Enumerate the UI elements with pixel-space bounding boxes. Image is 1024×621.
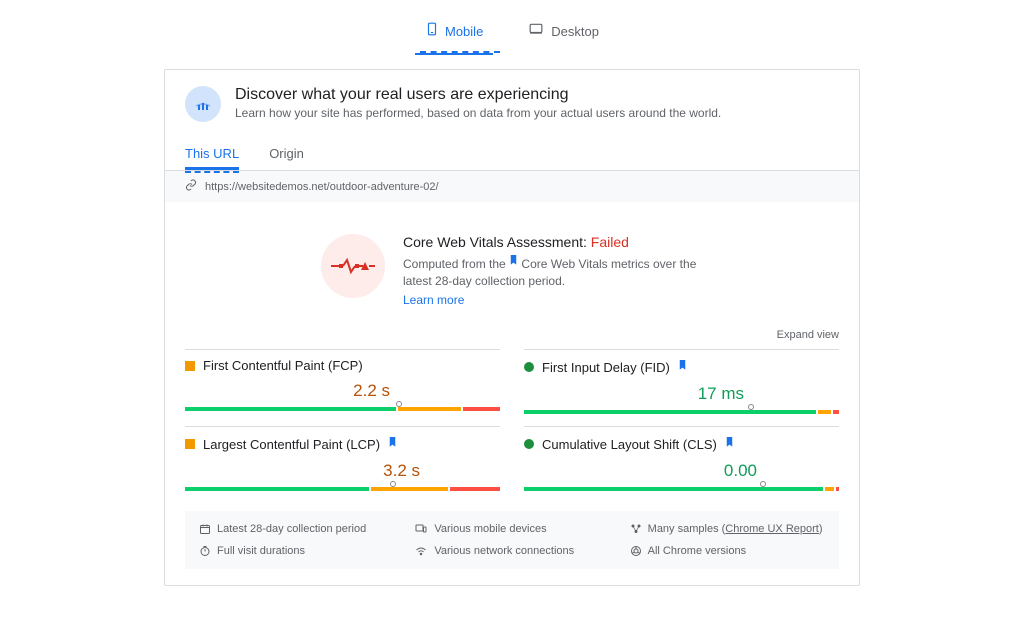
bookmark-icon <box>725 435 734 453</box>
tab-desktop-label: Desktop <box>551 24 599 39</box>
footer-info: Latest 28-day collection period Various … <box>185 511 839 569</box>
metric-fid-value: 17 ms <box>524 384 839 404</box>
metric-fid: First Input Delay (FID) 17 ms <box>524 349 839 414</box>
metric-lcp: Largest Contentful Paint (LCP) 3.2 s <box>185 426 500 491</box>
footer-connections: Various network connections <box>414 545 609 557</box>
pulse-icon <box>321 234 385 298</box>
metric-cls-value: 0.00 <box>524 461 839 481</box>
metric-fcp-bar <box>185 407 500 411</box>
status-dot-orange <box>185 361 195 371</box>
tab-desktop[interactable]: Desktop <box>517 12 609 55</box>
card-subtitle: Learn how your site has performed, based… <box>235 106 721 120</box>
desktop-icon <box>527 22 545 41</box>
url-bar: https://websitedemos.net/outdoor-adventu… <box>165 171 859 202</box>
assessment-title: Core Web Vitals Assessment: Failed <box>403 234 703 250</box>
users-globe-icon <box>185 86 221 122</box>
url-text: https://websitedemos.net/outdoor-adventu… <box>205 181 439 193</box>
footer-durations: Full visit durations <box>199 545 394 557</box>
link-icon <box>185 179 197 194</box>
footer-samples: Many samples (Chrome UX Report) <box>630 523 825 535</box>
tab-this-url[interactable]: This URL <box>185 140 239 170</box>
metrics-grid: First Contentful Paint (FCP) 2.2 s First… <box>165 345 859 511</box>
learn-more-link[interactable]: Learn more <box>403 293 703 307</box>
chrome-ux-report-link[interactable]: Chrome UX Report <box>725 523 819 535</box>
footer-period: Latest 28-day collection period <box>199 523 394 535</box>
footer-versions: All Chrome versions <box>630 545 825 557</box>
metric-cls-name: Cumulative Layout Shift (CLS) <box>542 437 717 452</box>
metric-lcp-value: 3.2 s <box>185 461 500 481</box>
assessment-block: Core Web Vitals Assessment: Failed Compu… <box>165 202 859 321</box>
tab-mobile[interactable]: Mobile <box>415 12 493 55</box>
field-data-card: Discover what your real users are experi… <box>164 69 860 586</box>
device-tabs: Mobile Desktop <box>0 0 1024 55</box>
expand-view-link[interactable]: Expand view <box>165 321 859 345</box>
url-scope-tabs: This URL Origin <box>165 128 859 171</box>
status-dot-green <box>524 362 534 372</box>
assessment-description: Computed from the Core Web Vitals metric… <box>403 254 703 289</box>
tab-underline-decoration <box>420 51 500 53</box>
tab-mobile-label: Mobile <box>445 24 483 39</box>
footer-devices: Various mobile devices <box>414 523 609 535</box>
status-dot-orange <box>185 439 195 449</box>
metric-lcp-name: Largest Contentful Paint (LCP) <box>203 437 380 452</box>
metric-cls-bar <box>524 487 839 491</box>
bookmark-icon <box>678 358 687 376</box>
metric-fid-bar <box>524 410 839 414</box>
bookmark-icon <box>509 254 518 271</box>
card-title: Discover what your real users are experi… <box>235 86 721 104</box>
tab-origin[interactable]: Origin <box>269 140 304 170</box>
bookmark-icon <box>388 435 397 453</box>
metric-fid-name: First Input Delay (FID) <box>542 360 670 375</box>
mobile-icon <box>425 20 439 43</box>
metric-cls: Cumulative Layout Shift (CLS) 0.00 <box>524 426 839 491</box>
metric-fcp: First Contentful Paint (FCP) 2.2 s <box>185 349 500 414</box>
metric-fcp-name: First Contentful Paint (FCP) <box>203 358 363 373</box>
metric-lcp-bar <box>185 487 500 491</box>
status-dot-green <box>524 439 534 449</box>
assessment-status: Failed <box>591 234 629 250</box>
card-header: Discover what your real users are experi… <box>165 70 859 128</box>
metric-fcp-value: 2.2 s <box>185 381 500 401</box>
